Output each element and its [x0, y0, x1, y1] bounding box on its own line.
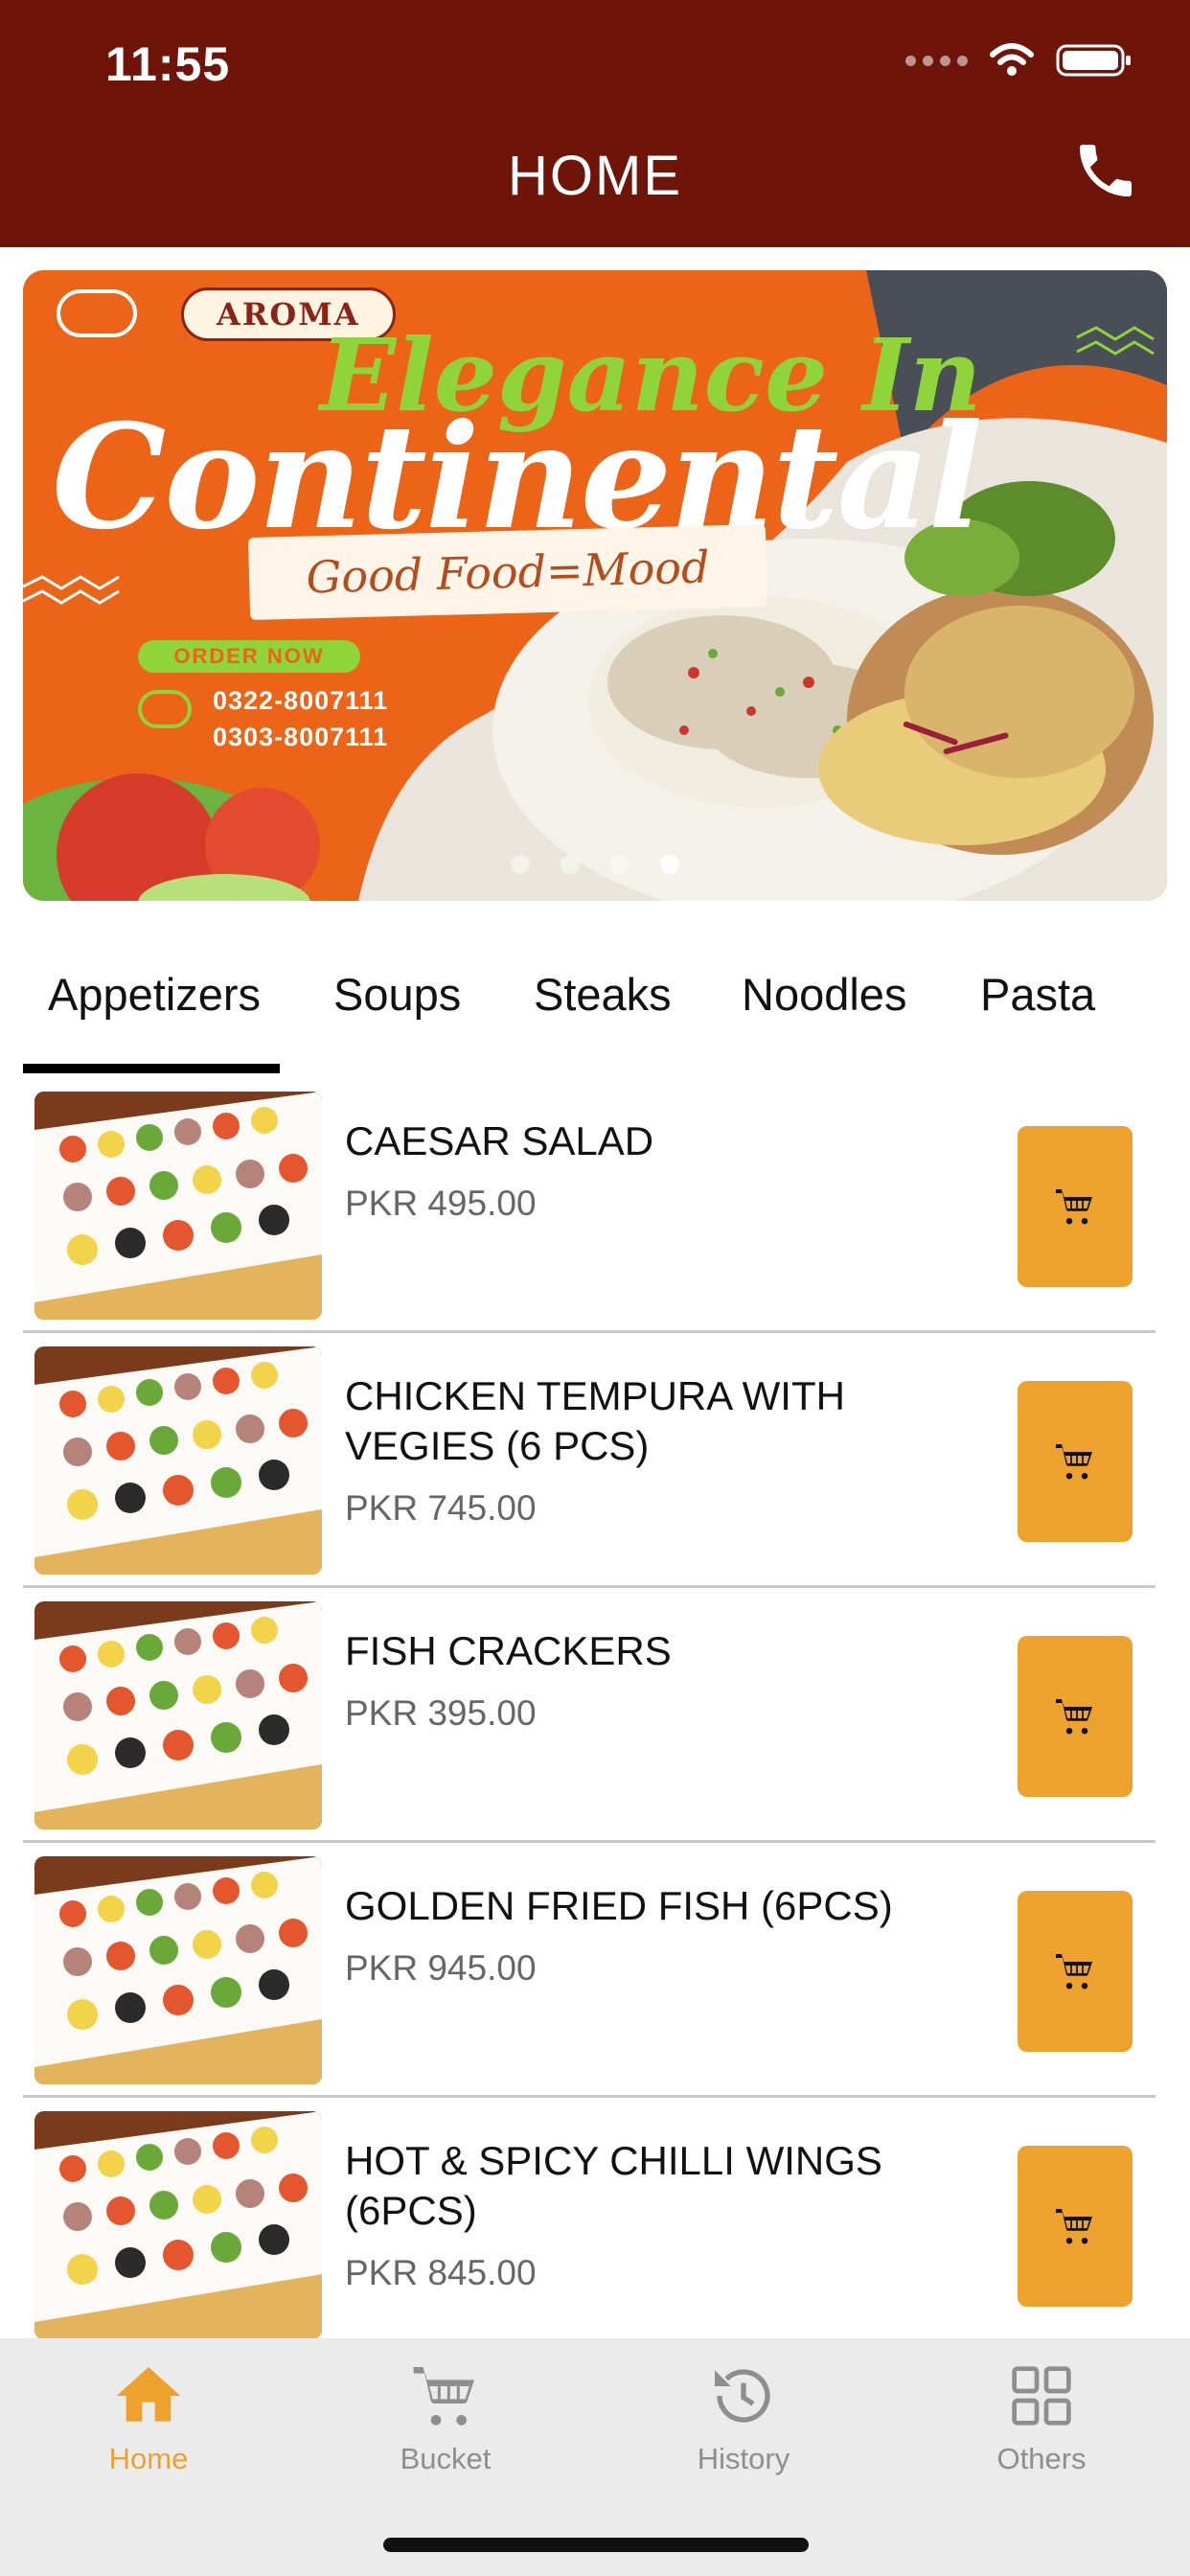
banner-phone-icon: [138, 690, 192, 728]
add-to-cart-button[interactable]: [1018, 1381, 1133, 1542]
cart-icon: [1056, 1954, 1092, 1990]
promo-banner-carousel[interactable]: AROMA Elegance In Continental Good Food=…: [23, 270, 1167, 901]
nav-history[interactable]: History: [648, 2358, 839, 2476]
nav-others[interactable]: Others: [946, 2358, 1137, 2476]
carousel-dot[interactable]: [561, 855, 580, 874]
menu-item[interactable]: GOLDEN FRIED FISH (6PCS) PKR 945.00: [23, 1843, 1156, 2098]
category-tabs: Appetizers Soups Steaks Noodles Pasta: [0, 958, 1190, 1075]
add-to-cart-button[interactable]: [1018, 2146, 1133, 2307]
item-name: HOT & SPICY CHILLI WINGS (6PCS): [345, 2138, 882, 2233]
food-thumbnail: [34, 1346, 322, 1575]
home-icon: [116, 2367, 181, 2422]
item-name: FISH CRACKERS: [345, 1628, 672, 1673]
call-button[interactable]: [1071, 136, 1140, 205]
cart-icon: [1056, 1189, 1092, 1225]
carousel-pagination: [23, 855, 1167, 874]
item-price: PKR 395.00: [345, 1693, 537, 1733]
item-name: GOLDEN FRIED FISH (6PCS): [345, 1883, 893, 1928]
app-header: 11:55 HOME: [0, 0, 1190, 247]
banner-tagline: Good Food=Mood: [247, 523, 768, 621]
cart-icon: [413, 2367, 474, 2426]
menu-item[interactable]: CAESAR SALAD PKR 495.00: [23, 1078, 1156, 1333]
food-thumbnail: [34, 1092, 322, 1320]
nav-home[interactable]: Home: [53, 2358, 244, 2476]
cart-icon: [1056, 1444, 1092, 1480]
item-price: PKR 945.00: [345, 1948, 537, 1988]
item-name: CHICKEN TEMPURA WITH VEGIES (6 PCS): [345, 1373, 845, 1468]
banner-phone-1: 0322-8007111: [213, 686, 389, 715]
tab-steaks[interactable]: Steaks: [534, 968, 672, 1021]
nav-label: Home: [108, 2442, 189, 2475]
item-name: CAESAR SALAD: [345, 1118, 654, 1163]
cutlery-icon: [57, 289, 137, 337]
item-price: PKR 495.00: [345, 1184, 537, 1223]
battery-icon: [1056, 44, 1131, 77]
history-icon: [715, 2369, 770, 2423]
cart-icon: [1056, 1699, 1092, 1735]
tab-appetizers[interactable]: Appetizers: [48, 968, 261, 1021]
add-to-cart-button[interactable]: [1018, 1636, 1133, 1797]
item-price: PKR 745.00: [345, 1488, 537, 1528]
wifi-icon: [990, 43, 1034, 76]
grid-icon: [1012, 2366, 1071, 2426]
food-thumbnail: [34, 1856, 322, 2084]
signal-icon: [905, 55, 968, 66]
carousel-dot[interactable]: [511, 855, 530, 874]
banner-order-now: ORDER NOW: [138, 640, 360, 673]
add-to-cart-button[interactable]: [1018, 1126, 1133, 1287]
menu-item[interactable]: HOT & SPICY CHILLI WINGS (6PCS) PKR 845.…: [23, 2098, 1156, 2338]
carousel-dot[interactable]: [610, 855, 629, 874]
banner-phone-numbers: 0322-8007111 0303-8007111: [213, 682, 388, 755]
page-title: HOME: [508, 145, 682, 207]
status-icons: [905, 43, 1133, 78]
nav-label: Others: [996, 2442, 1087, 2475]
carousel-dot-active[interactable]: [660, 855, 679, 874]
tab-pasta[interactable]: Pasta: [980, 968, 1095, 1021]
menu-item[interactable]: CHICKEN TEMPURA WITH VEGIES (6 PCS) PKR …: [23, 1333, 1156, 1588]
menu-item[interactable]: FISH CRACKERS PKR 395.00: [23, 1588, 1156, 1843]
food-thumbnail: [34, 2111, 322, 2338]
tab-noodles[interactable]: Noodles: [742, 968, 906, 1021]
nav-bucket[interactable]: Bucket: [350, 2358, 541, 2476]
phone-icon: [1080, 145, 1132, 196]
menu-list[interactable]: CAESAR SALAD PKR 495.00 CHICKEN TEMPURA …: [0, 1078, 1190, 2338]
status-time: 11:55: [105, 37, 231, 91]
item-price: PKR 845.00: [345, 2253, 537, 2292]
active-tab-indicator: [23, 1064, 280, 1073]
tab-soups[interactable]: Soups: [333, 968, 461, 1021]
food-thumbnail: [34, 1601, 322, 1829]
nav-label: Bucket: [400, 2442, 492, 2475]
home-indicator[interactable]: [383, 2538, 809, 2552]
banner-phone-2: 0303-8007111: [213, 723, 389, 751]
nav-label: History: [697, 2442, 790, 2475]
add-to-cart-button[interactable]: [1018, 1891, 1133, 2052]
cart-icon: [1056, 2209, 1092, 2244]
